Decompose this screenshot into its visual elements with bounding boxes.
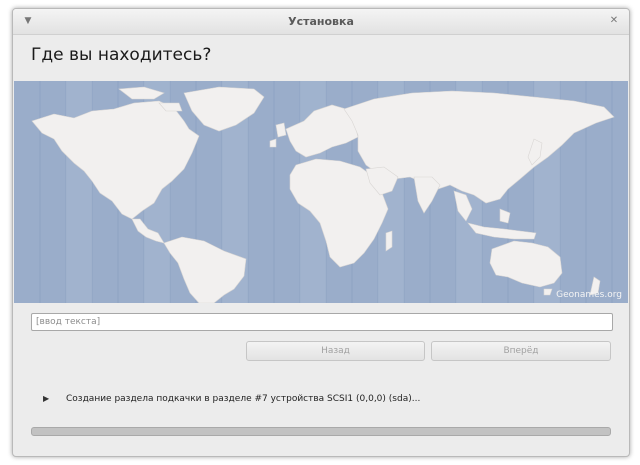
next-button[interactable]: Вперёд — [431, 341, 611, 361]
title-bar: ▼ Установка ✕ — [13, 9, 629, 35]
location-search-input[interactable]: [ввод текста] — [31, 313, 613, 331]
installer-window: ▼ Установка ✕ Где вы находитесь? Geoname… — [12, 8, 630, 457]
page-title: Где вы находитесь? — [31, 45, 212, 65]
world-map[interactable] — [14, 81, 628, 303]
window-title: Установка — [288, 15, 354, 28]
back-button[interactable]: Назад — [246, 341, 425, 361]
map-credit: Geonames.org — [556, 290, 622, 300]
progress-status: ▶ Создание раздела подкачки в разделе #7 … — [43, 392, 420, 406]
timezone-map[interactable]: Geonames.org — [14, 81, 628, 303]
indian-subcontinent — [413, 176, 441, 214]
close-icon[interactable]: ✕ — [607, 14, 621, 28]
progress-bar — [31, 427, 611, 436]
progress-label: Создание раздела подкачки в разделе #7 у… — [66, 394, 421, 404]
continent-north-america — [31, 100, 200, 220]
play-triangle-icon[interactable]: ▶ — [43, 392, 53, 406]
